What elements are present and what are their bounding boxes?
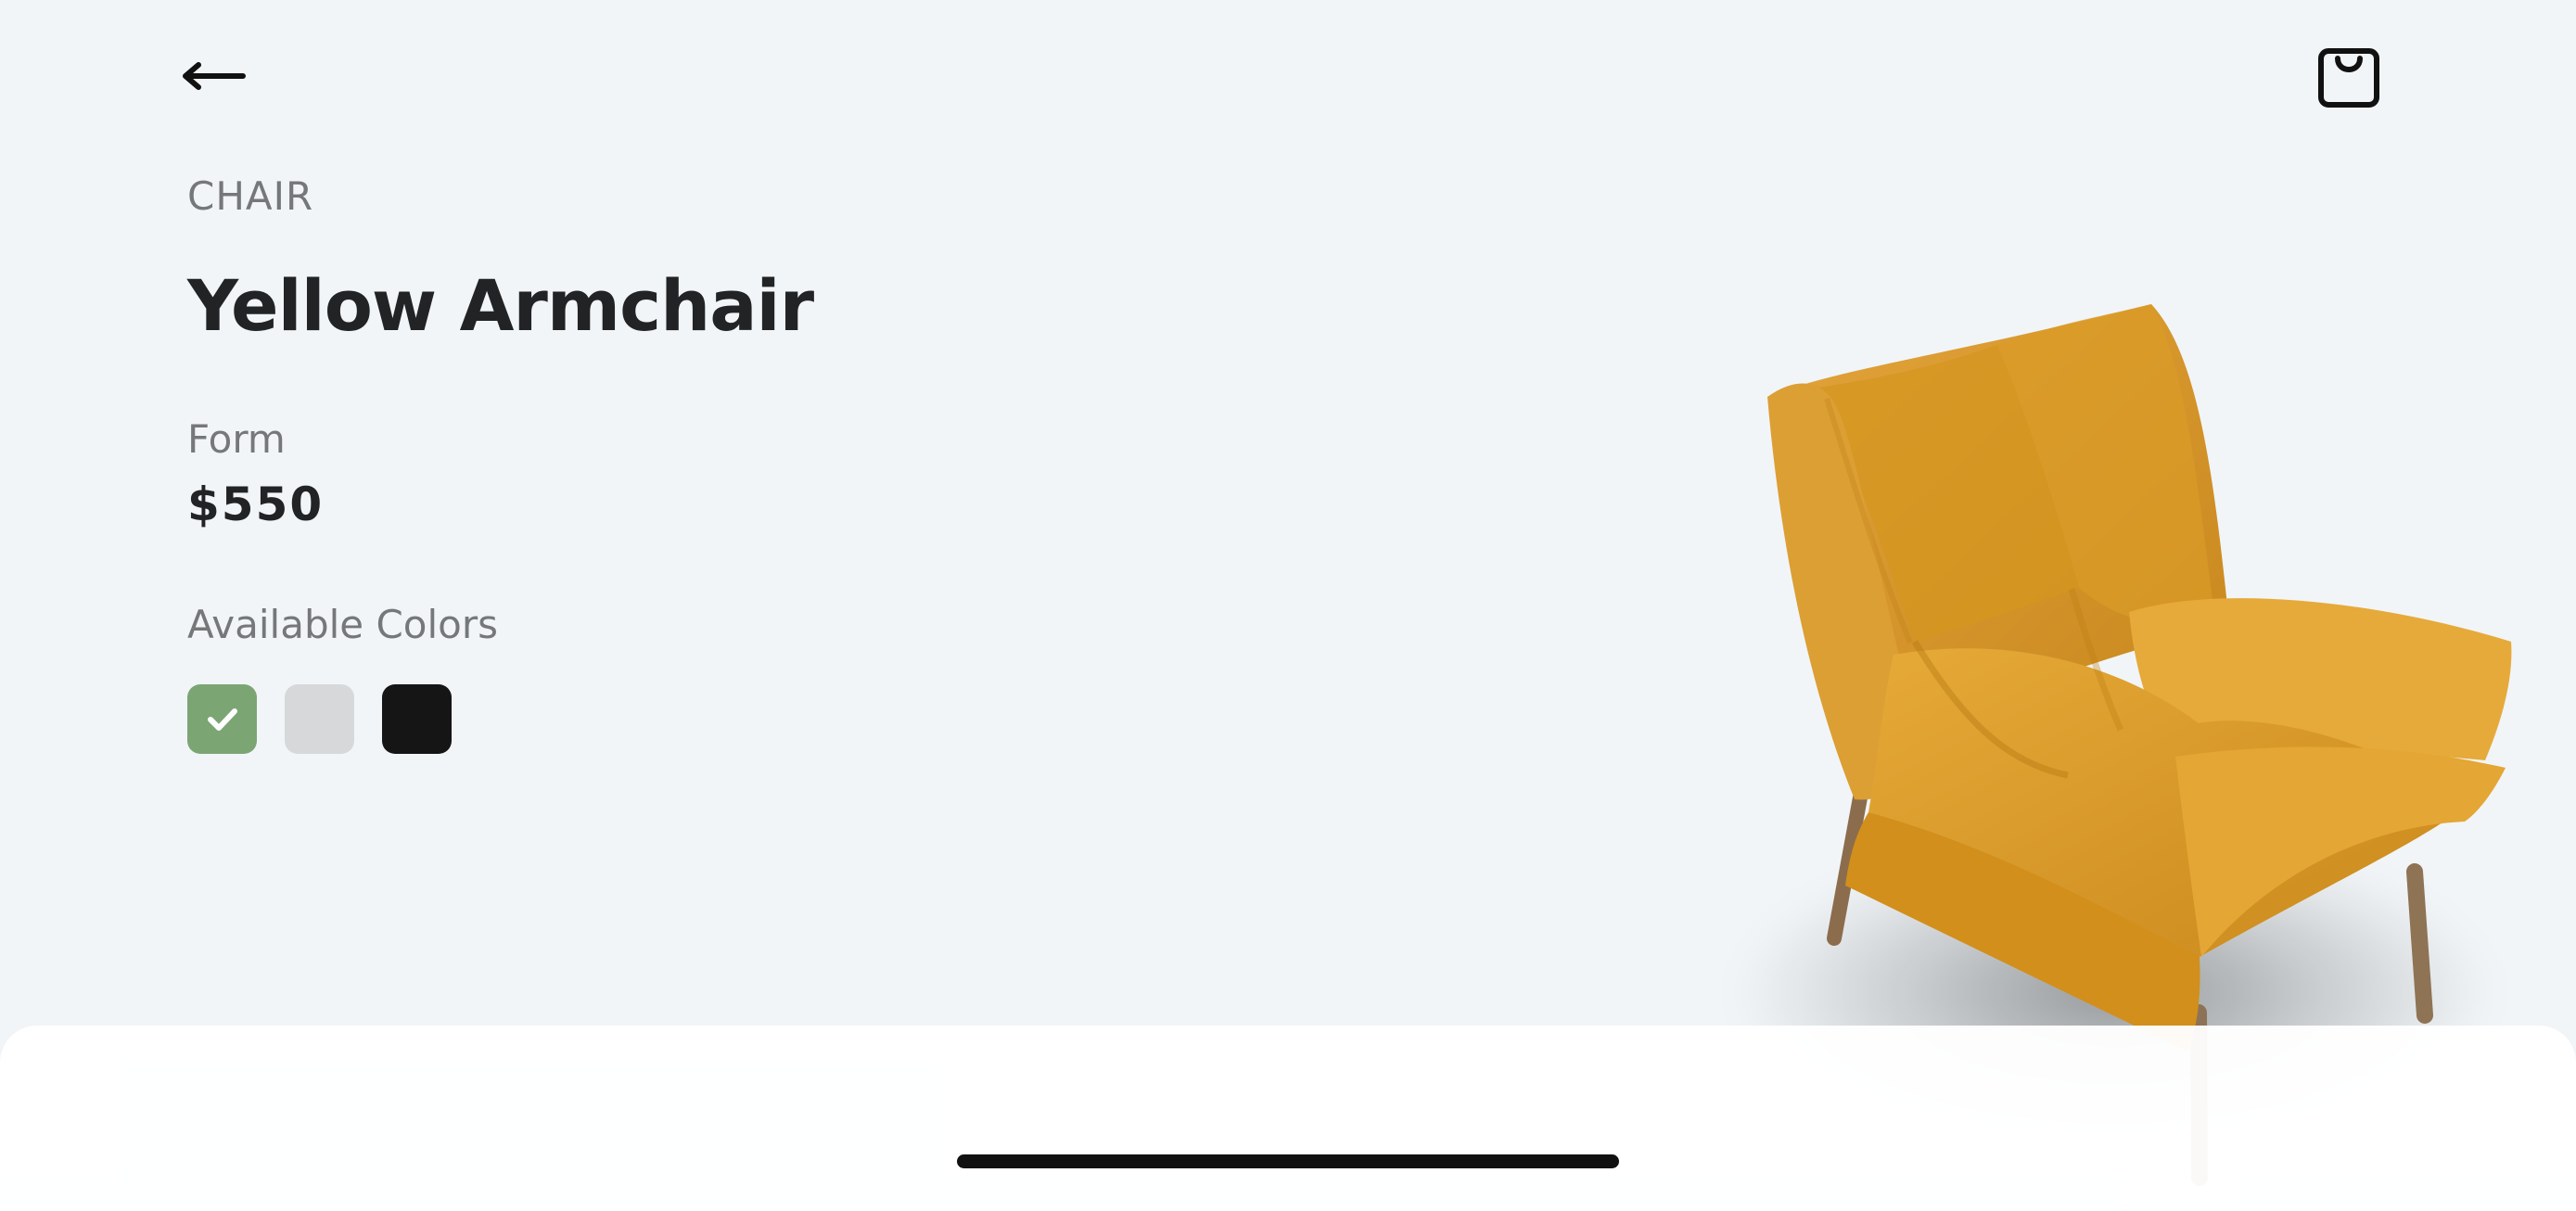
back-button[interactable] [167,41,256,111]
form-label: Form [187,416,286,462]
color-swatch-green[interactable] [187,684,257,754]
color-swatch-black[interactable] [382,684,452,754]
home-indicator[interactable] [957,1154,1619,1168]
bottom-sheet [0,1026,2576,1211]
top-bar [0,0,2576,158]
shopping-bag-icon [2318,48,2379,108]
product-price: $550 [187,478,325,531]
product-title: Yellow Armchair [187,264,814,347]
color-swatch-light-gray[interactable] [285,684,354,754]
check-icon [207,707,237,731]
shopping-bag-button[interactable] [2307,35,2391,119]
available-colors-label: Available Colors [187,602,498,647]
color-swatches [187,684,452,754]
arrow-left-icon [183,62,246,90]
product-category: CHAIR [187,173,314,219]
